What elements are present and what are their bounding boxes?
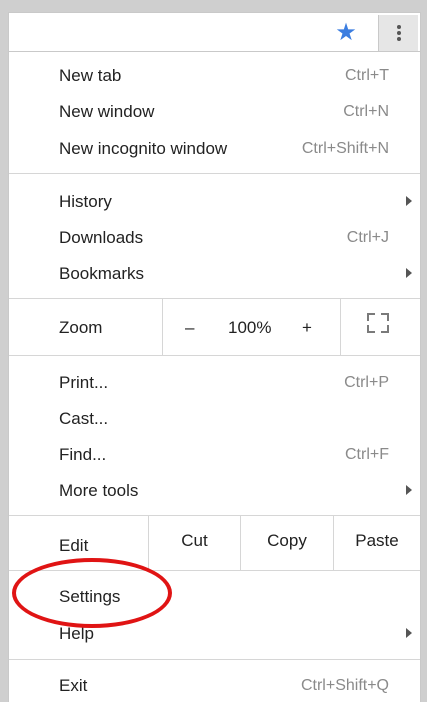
- menu-item-label: Exit: [59, 676, 88, 695]
- menu-item-label: Find...: [59, 445, 107, 464]
- settings-highlight-ellipse: [12, 558, 172, 628]
- menu-item-find[interactable]: Find... Ctrl+F: [9, 437, 420, 473]
- submenu-arrow-icon: [406, 196, 412, 206]
- edit-label: Edit: [59, 536, 89, 555]
- menu-item-label: Downloads: [59, 228, 144, 247]
- cut-button[interactable]: Cut: [149, 531, 240, 551]
- zoom-level: 100%: [228, 318, 272, 337]
- menu-item-zoom: Zoom: [9, 310, 420, 346]
- menu-item-shortcut: Ctrl+J: [346, 229, 389, 246]
- submenu-arrow-icon: [406, 485, 412, 495]
- menu-item-label: New incognito window: [59, 139, 228, 158]
- menu-divider: [9, 659, 420, 660]
- browser-toolbar: [8, 12, 421, 52]
- menu-item-new-incognito-window[interactable]: New incognito window Ctrl+Shift+N: [9, 131, 420, 167]
- menu-item-label: History: [59, 192, 112, 211]
- menu-divider: [9, 298, 420, 299]
- zoom-in-button[interactable]: +: [302, 318, 312, 338]
- menu-item-shortcut: Ctrl+Shift+N: [301, 140, 389, 157]
- window-frame-top: [0, 0, 427, 12]
- menu-item-exit[interactable]: Exit Ctrl+Shift+Q: [9, 668, 420, 704]
- zoom-out-button[interactable]: –: [185, 318, 194, 338]
- menu-item-label: Print...: [59, 373, 109, 392]
- window-frame-right: [421, 0, 427, 702]
- window-frame-left: [0, 0, 8, 702]
- menu-item-label: More tools: [59, 481, 139, 500]
- submenu-arrow-icon: [406, 628, 412, 638]
- menu-item-label: Cast...: [59, 409, 109, 428]
- menu-item-shortcut: Ctrl+N: [343, 103, 389, 120]
- fullscreen-icon[interactable]: [367, 313, 389, 333]
- menu-item-cast[interactable]: Cast...: [9, 401, 420, 437]
- menu-item-new-tab[interactable]: New tab Ctrl+T: [9, 58, 420, 94]
- copy-button[interactable]: Copy: [241, 531, 333, 551]
- menu-item-label: Bookmarks: [59, 264, 145, 283]
- menu-divider: [9, 515, 420, 516]
- menu-item-bookmarks[interactable]: Bookmarks: [9, 256, 420, 292]
- menu-item-shortcut: Ctrl+P: [344, 374, 389, 391]
- menu-item-print[interactable]: Print... Ctrl+P: [9, 365, 420, 401]
- menu-item-shortcut: Ctrl+F: [345, 446, 389, 463]
- zoom-divider: [162, 299, 163, 355]
- submenu-arrow-icon: [406, 268, 412, 278]
- menu-divider: [9, 355, 420, 356]
- menu-item-label: New window: [59, 102, 155, 121]
- kebab-menu-icon[interactable]: [378, 15, 418, 51]
- menu-item-shortcut: Ctrl+Shift+Q: [300, 677, 389, 694]
- menu-item-more-tools[interactable]: More tools: [9, 473, 420, 509]
- menu-divider: [9, 173, 420, 174]
- menu-item-downloads[interactable]: Downloads Ctrl+J: [9, 220, 420, 256]
- paste-button[interactable]: Paste: [334, 531, 420, 551]
- menu-item-new-window[interactable]: New window Ctrl+N: [9, 94, 420, 130]
- menu-item-history[interactable]: History: [9, 184, 420, 220]
- menu-item-label: New tab: [59, 66, 122, 85]
- zoom-label: Zoom: [59, 318, 103, 337]
- star-icon[interactable]: ★: [333, 20, 359, 46]
- zoom-divider: [340, 299, 341, 355]
- menu-item-shortcut: Ctrl+T: [345, 67, 389, 84]
